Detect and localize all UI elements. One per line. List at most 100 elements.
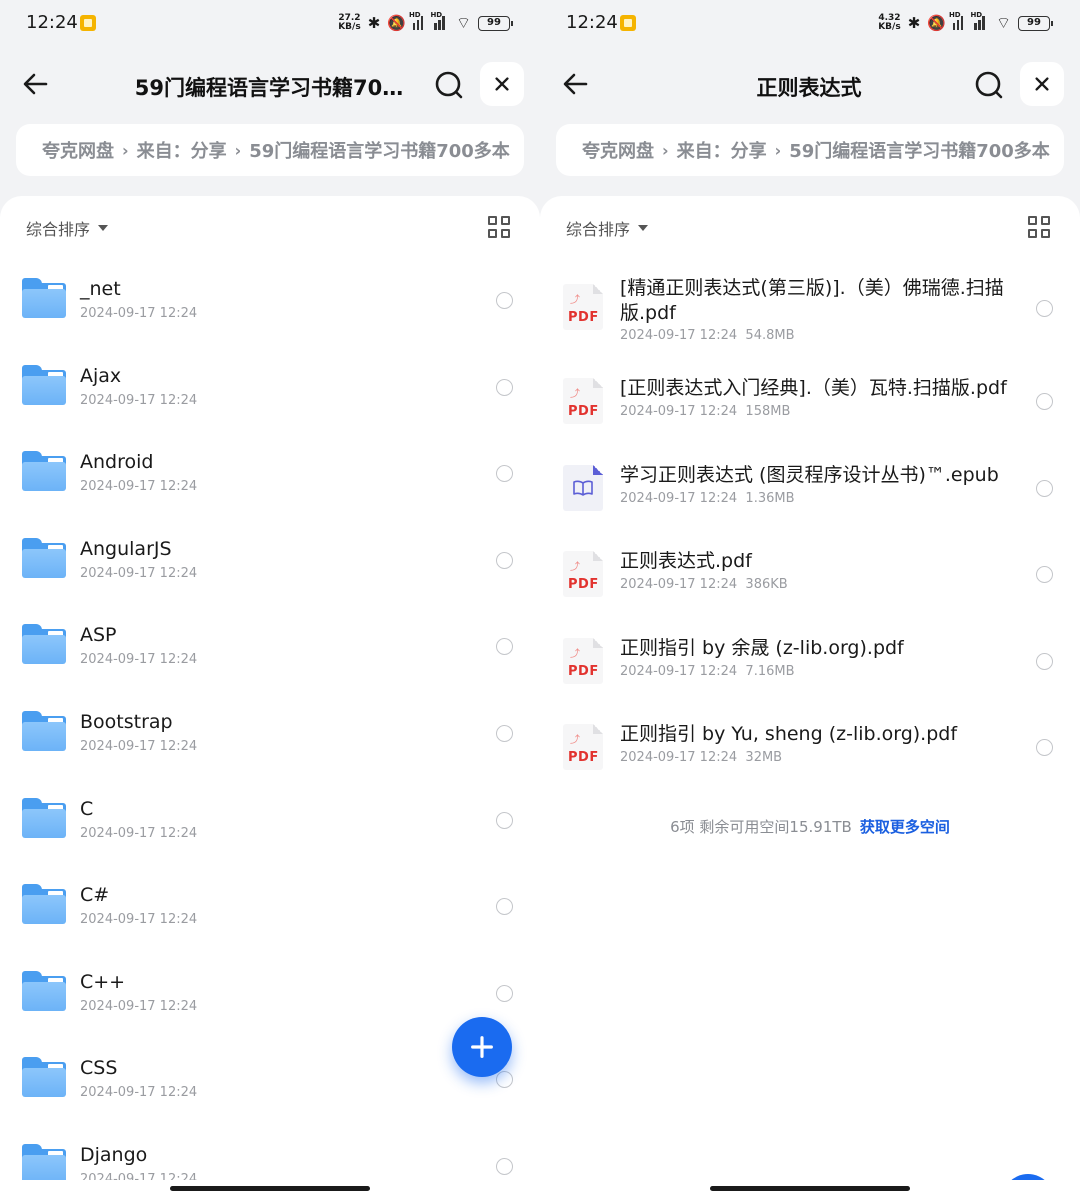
file-date: 2024-09-17 12:24 <box>620 404 738 419</box>
file-name: 学习正则表达式 (图灵程序设计丛书)™.epub <box>620 463 999 486</box>
select-radio[interactable] <box>496 465 513 483</box>
breadcrumb-item[interactable]: 59门编程语言学习书籍700多本 <box>789 137 1050 163</box>
folder-icon <box>22 710 66 751</box>
item-date: 2024-09-17 12:24 <box>80 479 198 495</box>
top-bar: 59门编程语言学习书籍70… <box>0 56 540 114</box>
file-size: 7.16MB <box>745 663 795 679</box>
pdf-file-icon: ⤴ PDF <box>563 378 603 424</box>
caret-down-icon <box>98 225 109 231</box>
list-item[interactable]: Android 2024-09-17 12:24 <box>0 421 540 508</box>
back-button[interactable] <box>558 66 594 102</box>
select-radio[interactable] <box>496 724 513 742</box>
file-list: ⤴ PDF [精通正则表达式(第三版)].（美）佛瑞德.扫描版.pdf 2024-… <box>540 248 1080 787</box>
sort-dropdown[interactable]: 综合排序 <box>26 216 109 240</box>
sort-dropdown[interactable]: 综合排序 <box>566 216 649 240</box>
file-meta: 2024-09-17 12:24 54.8MB <box>620 328 795 343</box>
pdf-file-icon: ⤴ PDF <box>563 551 603 598</box>
chevron-right-icon: › <box>122 140 129 160</box>
hd-label: HD <box>970 11 983 19</box>
grid-view-button[interactable] <box>1028 216 1050 238</box>
folder-icon <box>22 1143 66 1184</box>
list-item[interactable]: ⤴ PDF [精通正则表达式(第三版)].（美）佛瑞德.扫描版.pdf 2024-… <box>540 248 1080 354</box>
left-screen: 12:24 27.2 KB/s ✱ 🔕 HD HD ⌔ 99 59门编程语言学习… <box>0 0 540 1200</box>
status-bar: 12:24 27.2 KB/s ✱ 🔕 HD HD ⌔ 99 <box>0 0 540 46</box>
select-radio[interactable] <box>1036 300 1053 317</box>
storage-summary: 6项 剩余可用空间15.91TB <box>670 818 852 836</box>
select-radio[interactable] <box>1036 479 1053 497</box>
pdf-badge: PDF <box>568 577 599 593</box>
grid-view-button[interactable] <box>488 216 510 238</box>
close-icon <box>1035 77 1049 91</box>
item-date: 2024-09-17 12:24 <box>80 392 198 408</box>
wifi-icon: ⌔ <box>995 13 1011 32</box>
close-button[interactable] <box>1020 62 1064 106</box>
caret-down-icon <box>638 225 649 231</box>
item-date: 2024-09-17 12:24 <box>80 1085 198 1101</box>
item-name: C++ <box>80 970 126 993</box>
pdf-badge: PDF <box>568 310 599 325</box>
hd-label: HD <box>408 11 421 19</box>
select-radio[interactable] <box>496 638 513 656</box>
home-indicator[interactable] <box>710 1186 910 1191</box>
list-item[interactable]: C++ 2024-09-17 12:24 <box>0 941 540 1028</box>
list-item[interactable]: AngularJS 2024-09-17 12:24 <box>0 508 540 595</box>
list-item[interactable]: ⤴ PDF 正则指引 by Yu, sheng (z-lib.org).pdf 2… <box>540 700 1080 787</box>
select-radio[interactable] <box>496 811 513 829</box>
epub-file-icon <box>563 464 603 511</box>
select-radio[interactable] <box>1036 566 1053 584</box>
item-name: _net <box>80 278 121 300</box>
item-name: C# <box>80 884 110 907</box>
get-more-space-link[interactable]: 获取更多空间 <box>860 818 950 836</box>
select-radio[interactable] <box>496 984 513 1002</box>
search-button[interactable] <box>431 67 467 103</box>
signal-icon-2: HD <box>430 11 449 30</box>
item-name: Android <box>80 451 154 474</box>
select-radio[interactable] <box>1036 652 1053 670</box>
search-button[interactable] <box>971 67 1007 103</box>
breadcrumb-item[interactable]: 59门编程语言学习书籍700多本 <box>249 137 510 163</box>
folder-icon <box>22 884 66 925</box>
breadcrumb-item[interactable]: 来自：分享 <box>677 137 767 163</box>
bluetooth-icon: ✱ <box>907 14 921 32</box>
file-name: [正则表达式入门经典].（美）瓦特.扫描版.pdf <box>620 377 1007 399</box>
file-size: 386KB <box>745 577 788 593</box>
select-radio[interactable] <box>496 1071 513 1089</box>
chevron-right-icon: › <box>774 140 782 160</box>
close-button[interactable] <box>480 62 524 106</box>
folder-icon <box>22 451 66 492</box>
network-speed: 27.2 KB/s <box>338 14 360 32</box>
item-date: 2024-09-17 12:24 <box>80 306 198 321</box>
list-item[interactable]: Bootstrap 2024-09-17 12:24 <box>0 681 540 768</box>
select-radio[interactable] <box>496 292 513 309</box>
list-item[interactable]: C 2024-09-17 12:24 <box>0 768 540 855</box>
item-name: Bootstrap <box>80 710 173 733</box>
network-speed: 4.32 KB/s <box>878 14 900 32</box>
file-meta: 2024-09-17 12:24 7.16MB <box>620 664 795 679</box>
breadcrumb-item[interactable]: 夸克网盘 <box>42 137 114 163</box>
list-item[interactable]: 学习正则表达式 (图灵程序设计丛书)™.epub 2024-09-17 12:2… <box>540 441 1080 528</box>
back-button[interactable] <box>18 66 54 102</box>
select-radio[interactable] <box>496 898 513 916</box>
home-indicator[interactable] <box>170 1186 370 1191</box>
pdf-file-icon: ⤴ PDF <box>563 637 603 684</box>
file-meta: 2024-09-17 12:24 32MB <box>620 750 782 765</box>
arrow-left-icon <box>563 73 588 95</box>
folder-icon <box>22 797 66 838</box>
list-item[interactable]: _net 2024-09-17 12:24 <box>0 248 540 335</box>
breadcrumb-item[interactable]: 夸克网盘 <box>582 137 654 163</box>
select-radio[interactable] <box>1036 393 1053 410</box>
list-item[interactable]: ⤴ PDF [正则表达式入门经典].（美）瓦特.扫描版.pdf 2024-09-1… <box>540 354 1080 441</box>
select-radio[interactable] <box>496 551 513 569</box>
pdf-file-icon: ⤴ PDF <box>563 724 603 771</box>
select-radio[interactable] <box>1036 739 1053 757</box>
list-item[interactable]: C# 2024-09-17 12:24 <box>0 854 540 941</box>
file-size: 32MB <box>745 750 783 766</box>
list-item[interactable]: ASP 2024-09-17 12:24 <box>0 594 540 681</box>
list-item[interactable]: ⤴ PDF 正则表达式.pdf 2024-09-17 12:24 386KB <box>540 527 1080 614</box>
breadcrumb-item[interactable]: 来自：分享 <box>137 137 227 163</box>
list-item[interactable]: ⤴ PDF 正则指引 by 余晟 (z-lib.org).pdf 2024-09-… <box>540 614 1080 701</box>
add-button[interactable] <box>452 1017 512 1077</box>
select-radio[interactable] <box>496 1157 513 1175</box>
select-radio[interactable] <box>496 378 513 396</box>
list-item[interactable]: Ajax 2024-09-17 12:24 <box>0 335 540 422</box>
